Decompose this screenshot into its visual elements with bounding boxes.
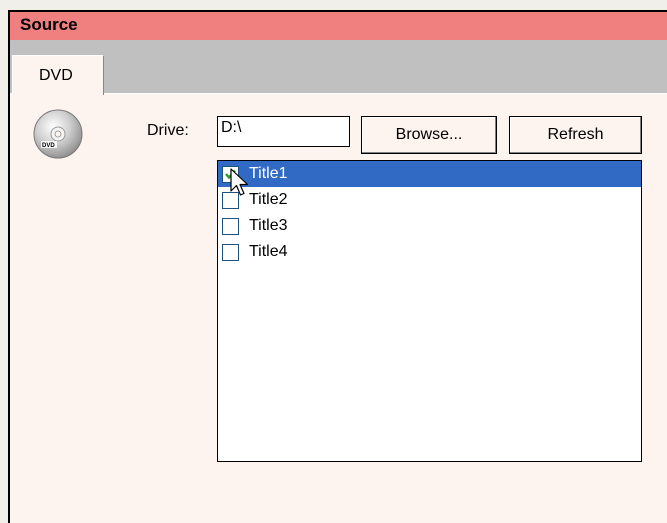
title-item-3[interactable]: Title3	[218, 213, 641, 239]
tab-dvd-label: DVD	[39, 67, 73, 84]
title-3-checkbox[interactable]	[222, 217, 239, 235]
dvd-disc-icon: DVD	[33, 109, 83, 159]
source-header: Source	[8, 10, 667, 40]
source-title: Source	[20, 15, 78, 34]
title-3-label: Title3	[249, 217, 288, 234]
refresh-button[interactable]: Refresh	[509, 116, 642, 154]
title-2-label: Title2	[249, 191, 288, 208]
drive-label: Drive:	[147, 122, 189, 139]
browse-button[interactable]: Browse...	[361, 116, 497, 154]
title-4-label: Title4	[249, 243, 288, 260]
title-item-4[interactable]: Title4	[218, 239, 641, 265]
tab-dvd[interactable]: DVD	[12, 55, 104, 95]
mouse-pointer-icon	[230, 168, 249, 196]
tab-strip	[8, 40, 667, 94]
title-item-2[interactable]: Title2	[218, 187, 641, 213]
title-item-1[interactable]: Title1	[218, 161, 641, 187]
svg-text:DVD: DVD	[42, 143, 55, 149]
title-4-checkbox[interactable]	[222, 243, 239, 261]
panel-divider	[12, 93, 667, 94]
title-list[interactable]: Title1 Title2 Title3 Title4	[217, 160, 642, 462]
app-window: Source DVD DVD Drive: D:\ Browse... Refr…	[0, 0, 667, 523]
title-1-label: Title1	[249, 165, 288, 182]
drive-input[interactable]: D:\	[217, 116, 350, 147]
